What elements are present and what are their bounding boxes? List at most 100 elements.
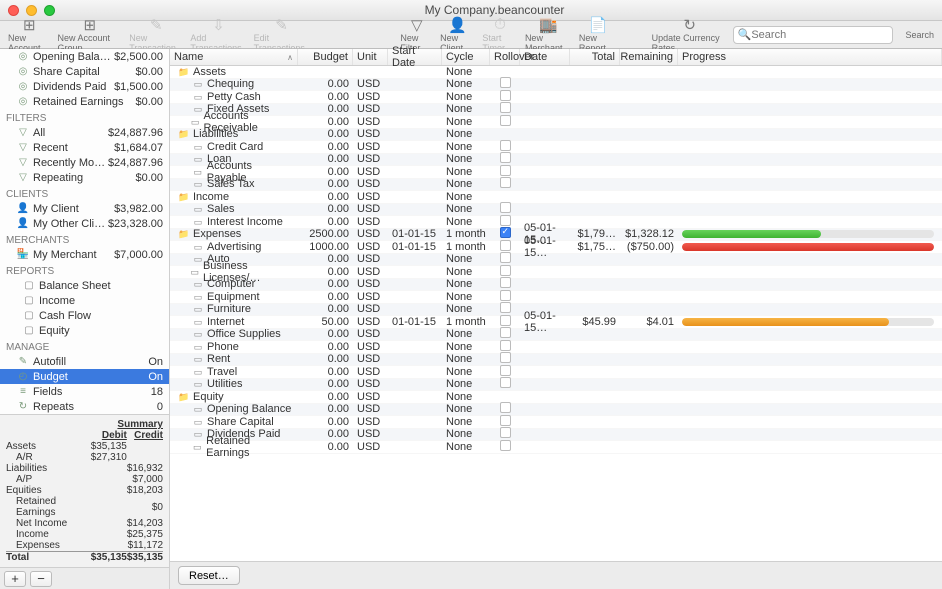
table-row[interactable]: ▭Internet 50.00 USD 01-01-15 1 month 05-… (170, 316, 942, 329)
sidebar-manage-repeats[interactable]: ↻Repeats0 (0, 399, 169, 414)
rollover-checkbox[interactable] (500, 352, 511, 363)
sidebar-report-item[interactable]: ▢Cash Flow (0, 308, 169, 323)
summary-row: A/R$27,310 (6, 452, 163, 463)
table-row[interactable]: ▭Share Capital 0.00 USD None (170, 416, 942, 429)
minimize-window-button[interactable] (26, 5, 37, 16)
toolbar-new-account-group-button[interactable]: ⊞New Account Group (55, 17, 124, 53)
table-row[interactable]: 📁Equity 0.00 USD None (170, 391, 942, 404)
row-cycle: None (442, 191, 490, 203)
sidebar-client-item[interactable]: 👤My Other Client$23,328.00 (0, 216, 169, 231)
table-row[interactable]: ▭Rent 0.00 USD None (170, 354, 942, 367)
row-name: Credit Card (207, 141, 263, 153)
table-row[interactable]: ▭Business Licenses/… 0.00 USD None (170, 266, 942, 279)
sidebar-filter-item[interactable]: ▽All$24,887.96 (0, 125, 169, 140)
table-row[interactable]: ▭Equipment 0.00 USD None (170, 291, 942, 304)
rollover-checkbox[interactable] (500, 202, 511, 213)
col-cycle[interactable]: Cycle (442, 49, 490, 65)
rollover-checkbox[interactable] (500, 440, 511, 451)
rollover-checkbox[interactable] (500, 277, 511, 288)
toolbar-new-client-button[interactable]: 👤New Client (438, 17, 477, 53)
col-remaining[interactable]: Remaining (620, 49, 678, 65)
sidebar-account-item[interactable]: ◎Opening Balance$2,500.00 (0, 49, 169, 64)
rollover-checkbox[interactable] (500, 265, 511, 276)
table-row[interactable]: ▭Chequing 0.00 USD None (170, 79, 942, 92)
remove-button[interactable]: − (30, 571, 52, 587)
toolbar-update-currency-rates-button[interactable]: ↻Update Currency Rates (650, 17, 730, 53)
col-rollover[interactable]: Rollover (490, 49, 520, 65)
table-row[interactable]: ▭Opening Balance 0.00 USD None (170, 404, 942, 417)
table-row[interactable]: ▭Accounts Payable 0.00 USD None (170, 166, 942, 179)
rollover-checkbox[interactable] (500, 402, 511, 413)
rollover-checkbox[interactable] (500, 427, 511, 438)
rollover-checkbox[interactable] (500, 165, 511, 176)
rollover-checkbox[interactable] (500, 152, 511, 163)
toolbar-new-report-button[interactable]: 📄New Report (577, 17, 619, 53)
rollover-checkbox[interactable] (500, 302, 511, 313)
search-field[interactable]: 🔍 (733, 26, 893, 44)
table-row[interactable]: 📁Income 0.00 USD None (170, 191, 942, 204)
rollover-checkbox[interactable] (500, 365, 511, 376)
table-row[interactable]: ▭Phone 0.00 USD None (170, 341, 942, 354)
sidebar-filter-item[interactable]: ▽Repeating$0.00 (0, 170, 169, 185)
col-date[interactable]: Date (520, 49, 570, 65)
col-name[interactable]: Name∧ (170, 49, 298, 65)
sidebar-report-item[interactable]: ▢Equity (0, 323, 169, 338)
sidebar-account-item[interactable]: ◎Dividends Paid$1,500.00 (0, 79, 169, 94)
rollover-checkbox[interactable] (500, 415, 511, 426)
table-row[interactable]: ▭Utilities 0.00 USD None (170, 379, 942, 392)
col-total[interactable]: Total (570, 49, 620, 65)
sidebar-client-item[interactable]: 👤My Client$3,982.00 (0, 201, 169, 216)
rollover-checkbox[interactable] (500, 215, 511, 226)
rollover-checkbox[interactable] (500, 252, 511, 263)
table-row[interactable]: ▭Travel 0.00 USD None (170, 366, 942, 379)
sidebar-merchant-item[interactable]: 🏪My Merchant$7,000.00 (0, 247, 169, 262)
toolbar-icon: 👤 (447, 17, 469, 33)
rollover-checkbox[interactable] (500, 227, 511, 238)
table-row[interactable]: ▭Credit Card 0.00 USD None (170, 141, 942, 154)
table-row[interactable]: ▭Computer 0.00 USD None (170, 279, 942, 292)
toolbar-new-account-button[interactable]: ⊞New Account (6, 17, 52, 53)
rollover-checkbox[interactable] (500, 290, 511, 301)
col-progress[interactable]: Progress (678, 49, 942, 65)
rollover-checkbox[interactable] (500, 315, 511, 326)
rollover-checkbox[interactable] (500, 177, 511, 188)
table-row[interactable]: ▭Sales Tax 0.00 USD None (170, 179, 942, 192)
table-row[interactable]: 📁Liabilities 0.00 USD None (170, 129, 942, 142)
client-icon: 👤 (16, 203, 30, 214)
sidebar-manage-budget[interactable]: ◴BudgetOn (0, 369, 169, 384)
col-unit[interactable]: Unit (353, 49, 388, 65)
sidebar-manage-fields[interactable]: ≡Fields18 (0, 384, 169, 399)
close-window-button[interactable] (8, 5, 19, 16)
search-input[interactable] (751, 29, 893, 41)
rollover-checkbox[interactable] (500, 77, 511, 88)
sidebar-account-item[interactable]: ◎Share Capital$0.00 (0, 64, 169, 79)
rollover-checkbox[interactable] (500, 102, 511, 113)
rollover-checkbox[interactable] (500, 377, 511, 388)
rollover-checkbox[interactable] (500, 115, 511, 126)
table-row[interactable]: ▭Advertising 1000.00 USD 01-01-15 1 mont… (170, 241, 942, 254)
reset-button[interactable]: Reset… (178, 566, 240, 585)
sidebar-filter-item[interactable]: ▽Recently Modified$24,887.96 (0, 155, 169, 170)
table-row[interactable]: 📁Assets None (170, 66, 942, 79)
table-row[interactable]: ▭Petty Cash 0.00 USD None (170, 91, 942, 104)
col-start-date[interactable]: Start Date (388, 49, 442, 65)
add-button[interactable]: + (4, 571, 26, 587)
table-row[interactable]: ▭Retained Earnings 0.00 USD None (170, 441, 942, 454)
rollover-checkbox[interactable] (500, 140, 511, 151)
report-icon: ▢ (22, 310, 36, 321)
col-budget[interactable]: Budget (298, 49, 353, 65)
sidebar-account-item[interactable]: ◎Retained Earnings$0.00 (0, 94, 169, 109)
sidebar-filter-item[interactable]: ▽Recent$1,684.07 (0, 140, 169, 155)
sidebar-report-item[interactable]: ▢Balance Sheet (0, 278, 169, 293)
rollover-checkbox[interactable] (500, 327, 511, 338)
table-row[interactable]: ▭Sales 0.00 USD None (170, 204, 942, 217)
rollover-checkbox[interactable] (500, 240, 511, 251)
rollover-checkbox[interactable] (500, 90, 511, 101)
rollover-checkbox[interactable] (500, 340, 511, 351)
table-row[interactable]: ▭Accounts Receivable 0.00 USD None (170, 116, 942, 129)
zoom-window-button[interactable] (44, 5, 55, 16)
toolbar-new-merchant-button[interactable]: 🏬New Merchant (523, 17, 574, 53)
sidebar-report-item[interactable]: ▢Income (0, 293, 169, 308)
row-budget: 0.00 (298, 153, 353, 165)
sidebar-manage-autofill[interactable]: ✎AutofillOn (0, 354, 169, 369)
